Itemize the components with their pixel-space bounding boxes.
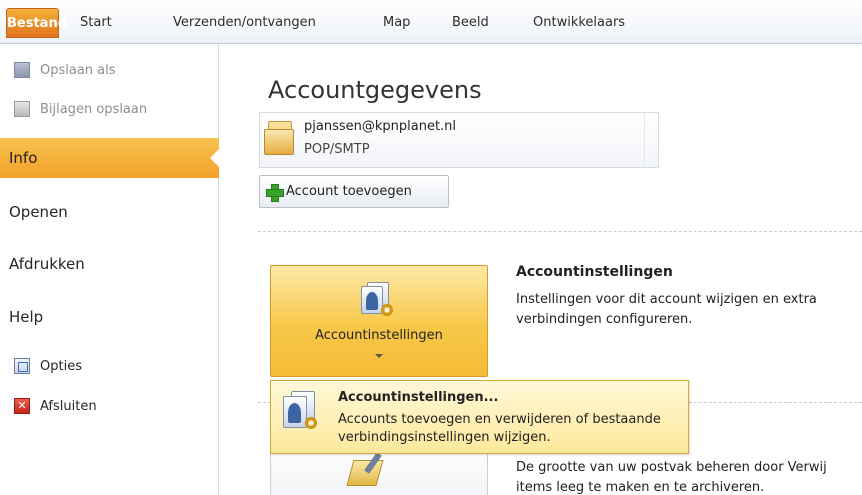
account-settings-icon [359,282,395,318]
nav-help-label: Help [9,308,44,326]
ribbon-tab-bar: Bestand Start Verzenden/ontvangen Map Be… [0,0,862,44]
add-account-label: Account toevoegen [286,184,412,199]
account-type: POP/SMTP [304,142,370,157]
tab-bestand[interactable]: Bestand [6,8,67,38]
tab-verzenden-ontvangen[interactable]: Verzenden/ontvangen [173,10,316,36]
chevron-down-icon [375,354,383,358]
nav-save-as-label: Opslaan als [40,62,116,78]
options-icon [14,358,30,374]
account-settings-description: Instellingen voor dit account wijzigen e… [516,292,817,327]
nav-save-attachments[interactable]: Bijlagen opslaan [0,97,219,121]
nav-open-label: Openen [9,203,68,221]
save-attachments-icon [14,101,30,117]
nav-options[interactable]: Opties [0,354,219,378]
save-as-icon [14,62,30,78]
nav-save-attachments-label: Bijlagen opslaan [40,101,148,117]
nav-exit-label: Afsluiten [40,398,97,414]
page-title: Accountgegevens [268,76,482,104]
nav-info[interactable]: Info [0,138,220,178]
tab-map[interactable]: Map [383,10,410,36]
account-settings-dropdown-menu: Accountinstellingen... Accounts toevoege… [270,380,689,454]
nav-print-label: Afdrukken [9,255,85,273]
menu-item-description: Accounts toevoegen en verwijderen of bes… [338,412,661,445]
nav-print[interactable]: Afdrukken [0,244,219,284]
backstage-main: Accountgegevens pjanssen@kpnplanet.nl PO… [220,44,862,495]
account-settings-title: Accountinstellingen [516,264,673,280]
divider [258,231,862,232]
menu-item-title: Accountinstellingen... [338,390,499,405]
nav-help[interactable]: Help [0,297,219,337]
nav-save-as[interactable]: Opslaan als [0,58,219,82]
tab-beeld[interactable]: Beeld [452,10,489,36]
tab-start[interactable]: Start [80,10,112,36]
plus-icon [266,183,284,202]
backstage-nav: Opslaan als Bijlagen opslaan Info Openen… [0,44,220,495]
nav-options-label: Opties [40,358,82,374]
account-settings-icon [281,391,317,433]
cleanup-broom-icon [346,452,390,492]
mailbox-folder-icon [264,121,298,157]
nav-info-label: Info [9,149,38,167]
mailbox-cleanup-description: De grootte van uw postvak beheren door V… [516,460,827,495]
account-selector[interactable]: pjanssen@kpnplanet.nl POP/SMTP [259,112,659,168]
nav-exit[interactable]: ✕ Afsluiten [0,394,219,418]
nav-open[interactable]: Openen [0,192,219,232]
account-settings-button-label: Accountinstellingen [315,328,443,343]
tab-ontwikkelaars[interactable]: Ontwikkelaars [533,10,625,36]
account-email: pjanssen@kpnplanet.nl [304,119,457,134]
exit-icon: ✕ [14,398,30,414]
account-settings-button[interactable]: Accountinstellingen [270,265,488,377]
account-dropdown-edge [644,113,658,167]
add-account-button[interactable]: Account toevoegen [259,175,449,208]
